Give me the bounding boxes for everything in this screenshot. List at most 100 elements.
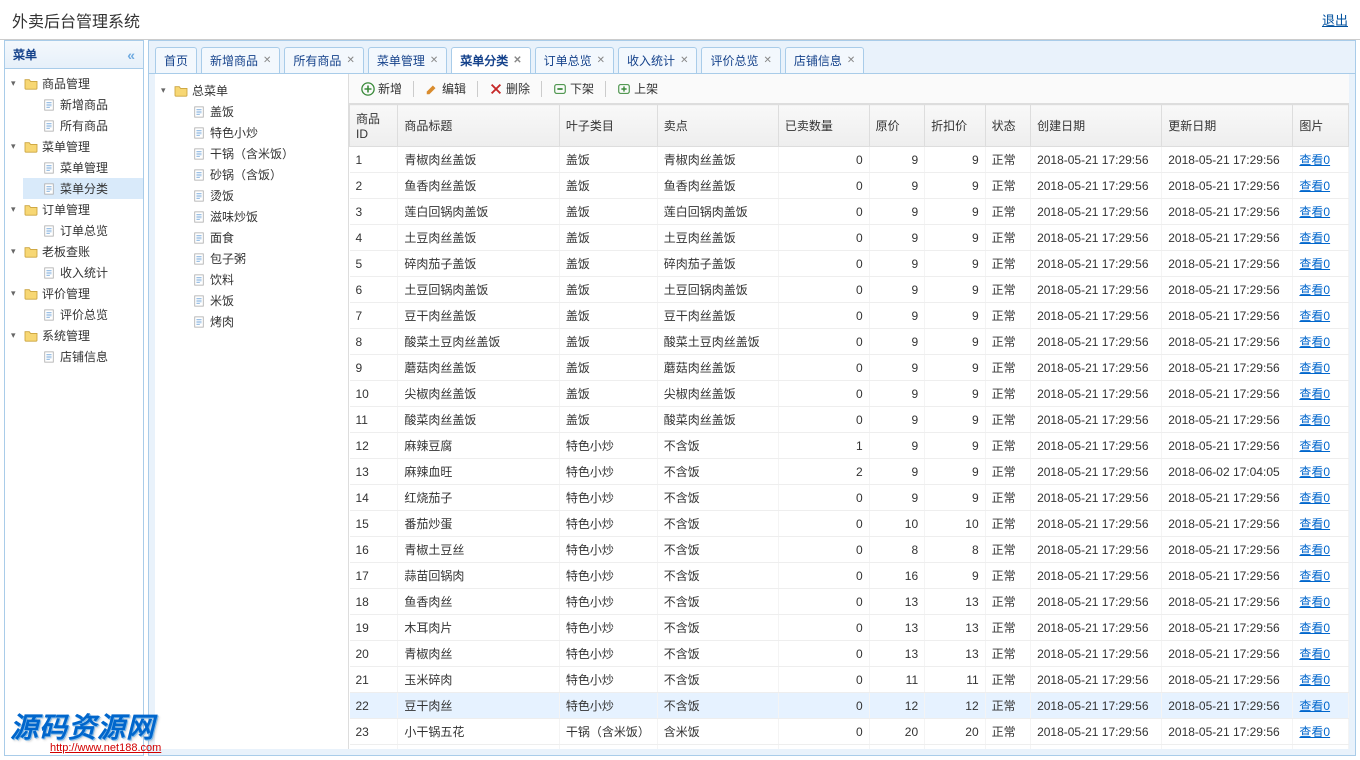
- collapse-icon[interactable]: «: [127, 47, 135, 63]
- column-header[interactable]: 已卖数量: [778, 105, 869, 147]
- table-row[interactable]: 24小干锅鸡翅干锅（含米饭）含米饭02525正常2018-05-21 17:29…: [350, 745, 1349, 750]
- sidebar-item[interactable]: 菜单分类: [23, 178, 143, 199]
- close-icon[interactable]: ✕: [680, 55, 688, 66]
- tab-菜单管理[interactable]: 菜单管理✕: [368, 47, 447, 73]
- close-icon[interactable]: ✕: [847, 55, 855, 66]
- view-link[interactable]: 查看0: [1299, 543, 1330, 557]
- view-link[interactable]: 查看0: [1299, 283, 1330, 297]
- table-row[interactable]: 21玉米碎肉特色小炒不含饭01111正常2018-05-21 17:29:562…: [350, 667, 1349, 693]
- sidebar-item[interactable]: 订单总览: [23, 220, 143, 241]
- table-row[interactable]: 2鱼香肉丝盖饭盖饭鱼香肉丝盖饭099正常2018-05-21 17:29:562…: [350, 173, 1349, 199]
- table-row[interactable]: 23小干锅五花干锅（含米饭）含米饭02020正常2018-05-21 17:29…: [350, 719, 1349, 745]
- table-row[interactable]: 5碎肉茄子盖饭盖饭碎肉茄子盖饭099正常2018-05-21 17:29:562…: [350, 251, 1349, 277]
- data-grid[interactable]: 商品ID商品标题叶子类目卖点已卖数量原价折扣价状态创建日期更新日期图片 1青椒肉…: [349, 104, 1349, 749]
- table-row[interactable]: 6土豆回锅肉盖饭盖饭土豆回锅肉盖饭099正常2018-05-21 17:29:5…: [350, 277, 1349, 303]
- category-item[interactable]: 干锅（含米饭）: [173, 143, 348, 164]
- view-link[interactable]: 查看0: [1299, 205, 1330, 219]
- table-row[interactable]: 14红烧茄子特色小炒不含饭099正常2018-05-21 17:29:56201…: [350, 485, 1349, 511]
- sidebar-item[interactable]: 所有商品: [23, 115, 143, 136]
- column-header[interactable]: 商品ID: [350, 105, 398, 147]
- close-icon[interactable]: ✕: [346, 55, 354, 66]
- view-link[interactable]: 查看0: [1299, 699, 1330, 713]
- view-link[interactable]: 查看0: [1299, 621, 1330, 635]
- category-item[interactable]: 砂锅（含饭）: [173, 164, 348, 185]
- view-link[interactable]: 查看0: [1299, 387, 1330, 401]
- view-link[interactable]: 查看0: [1299, 335, 1330, 349]
- category-item[interactable]: 烫饭: [173, 185, 348, 206]
- tab-新增商品[interactable]: 新增商品✕: [201, 47, 280, 73]
- table-row[interactable]: 9蘑菇肉丝盖饭盖饭蘑菇肉丝盖饭099正常2018-05-21 17:29:562…: [350, 355, 1349, 381]
- view-link[interactable]: 查看0: [1299, 231, 1330, 245]
- sidebar-item[interactable]: 收入统计: [23, 262, 143, 283]
- category-item[interactable]: 包子粥: [173, 248, 348, 269]
- logout-link[interactable]: 退出: [1322, 10, 1348, 29]
- category-root[interactable]: ▾总菜单: [155, 80, 348, 101]
- category-item[interactable]: 面食: [173, 227, 348, 248]
- sidebar-group[interactable]: ▾菜单管理: [5, 136, 143, 157]
- view-link[interactable]: 查看0: [1299, 153, 1330, 167]
- tab-首页[interactable]: 首页: [155, 47, 197, 73]
- view-link[interactable]: 查看0: [1299, 413, 1330, 427]
- sidebar-group[interactable]: ▾评价管理: [5, 283, 143, 304]
- category-item[interactable]: 特色小炒: [173, 122, 348, 143]
- tab-评价总览[interactable]: 评价总览✕: [701, 47, 780, 73]
- sidebar-group[interactable]: ▾系统管理: [5, 325, 143, 346]
- sidebar-group[interactable]: ▾老板查账: [5, 241, 143, 262]
- tab-菜单分类[interactable]: 菜单分类✕: [451, 47, 530, 73]
- table-row[interactable]: 11酸菜肉丝盖饭盖饭酸菜肉丝盖饭099正常2018-05-21 17:29:56…: [350, 407, 1349, 433]
- edit-button[interactable]: 编辑: [419, 78, 472, 99]
- category-item[interactable]: 米饭: [173, 290, 348, 311]
- table-row[interactable]: 13麻辣血旺特色小炒不含饭299正常2018-05-21 17:29:56201…: [350, 459, 1349, 485]
- table-row[interactable]: 4土豆肉丝盖饭盖饭土豆肉丝盖饭099正常2018-05-21 17:29:562…: [350, 225, 1349, 251]
- close-icon[interactable]: ✕: [263, 55, 271, 66]
- sidebar-group[interactable]: ▾订单管理: [5, 199, 143, 220]
- tab-收入统计[interactable]: 收入统计✕: [618, 47, 697, 73]
- view-link[interactable]: 查看0: [1299, 647, 1330, 661]
- view-link[interactable]: 查看0: [1299, 673, 1330, 687]
- view-link[interactable]: 查看0: [1299, 491, 1330, 505]
- tab-订单总览[interactable]: 订单总览✕: [535, 47, 614, 73]
- sidebar-item[interactable]: 店铺信息: [23, 346, 143, 367]
- on-shelf-button[interactable]: 上架: [611, 78, 664, 99]
- table-row[interactable]: 1青椒肉丝盖饭盖饭青椒肉丝盖饭099正常2018-05-21 17:29:562…: [350, 147, 1349, 173]
- sidebar-item[interactable]: 评价总览: [23, 304, 143, 325]
- view-link[interactable]: 查看0: [1299, 465, 1330, 479]
- table-row[interactable]: 12麻辣豆腐特色小炒不含饭199正常2018-05-21 17:29:56201…: [350, 433, 1349, 459]
- close-icon[interactable]: ✕: [597, 55, 605, 66]
- table-row[interactable]: 20青椒肉丝特色小炒不含饭01313正常2018-05-21 17:29:562…: [350, 641, 1349, 667]
- table-row[interactable]: 7豆干肉丝盖饭盖饭豆干肉丝盖饭099正常2018-05-21 17:29:562…: [350, 303, 1349, 329]
- view-link[interactable]: 查看0: [1299, 439, 1330, 453]
- view-link[interactable]: 查看0: [1299, 569, 1330, 583]
- category-item[interactable]: 烤肉: [173, 311, 348, 332]
- view-link[interactable]: 查看0: [1299, 725, 1330, 739]
- tab-店铺信息[interactable]: 店铺信息✕: [785, 47, 864, 73]
- close-icon[interactable]: ✕: [513, 55, 521, 66]
- table-row[interactable]: 10尖椒肉丝盖饭盖饭尖椒肉丝盖饭099正常2018-05-21 17:29:56…: [350, 381, 1349, 407]
- table-row[interactable]: 17蒜苗回锅肉特色小炒不含饭0169正常2018-05-21 17:29:562…: [350, 563, 1349, 589]
- view-link[interactable]: 查看0: [1299, 179, 1330, 193]
- column-header[interactable]: 更新日期: [1162, 105, 1293, 147]
- sidebar-item[interactable]: 菜单管理: [23, 157, 143, 178]
- close-icon[interactable]: ✕: [763, 55, 771, 66]
- table-row[interactable]: 19木耳肉片特色小炒不含饭01313正常2018-05-21 17:29:562…: [350, 615, 1349, 641]
- column-header[interactable]: 叶子类目: [559, 105, 657, 147]
- view-link[interactable]: 查看0: [1299, 595, 1330, 609]
- table-row[interactable]: 3莲白回锅肉盖饭盖饭莲白回锅肉盖饭099正常2018-05-21 17:29:5…: [350, 199, 1349, 225]
- view-link[interactable]: 查看0: [1299, 517, 1330, 531]
- sidebar-group[interactable]: ▾商品管理: [5, 73, 143, 94]
- column-header[interactable]: 创建日期: [1031, 105, 1162, 147]
- column-header[interactable]: 商品标题: [398, 105, 559, 147]
- delete-button[interactable]: 删除: [483, 78, 536, 99]
- category-item[interactable]: 盖饭: [173, 101, 348, 122]
- view-link[interactable]: 查看0: [1299, 361, 1330, 375]
- column-header[interactable]: 状态: [985, 105, 1030, 147]
- table-row[interactable]: 18鱼香肉丝特色小炒不含饭01313正常2018-05-21 17:29:562…: [350, 589, 1349, 615]
- view-link[interactable]: 查看0: [1299, 309, 1330, 323]
- add-button[interactable]: 新增: [355, 78, 408, 99]
- column-header[interactable]: 原价: [869, 105, 924, 147]
- table-row[interactable]: 22豆干肉丝特色小炒不含饭01212正常2018-05-21 17:29:562…: [350, 693, 1349, 719]
- view-link[interactable]: 查看0: [1299, 257, 1330, 271]
- table-row[interactable]: 16青椒土豆丝特色小炒不含饭088正常2018-05-21 17:29:5620…: [350, 537, 1349, 563]
- table-row[interactable]: 15番茄炒蛋特色小炒不含饭01010正常2018-05-21 17:29:562…: [350, 511, 1349, 537]
- column-header[interactable]: 折扣价: [925, 105, 986, 147]
